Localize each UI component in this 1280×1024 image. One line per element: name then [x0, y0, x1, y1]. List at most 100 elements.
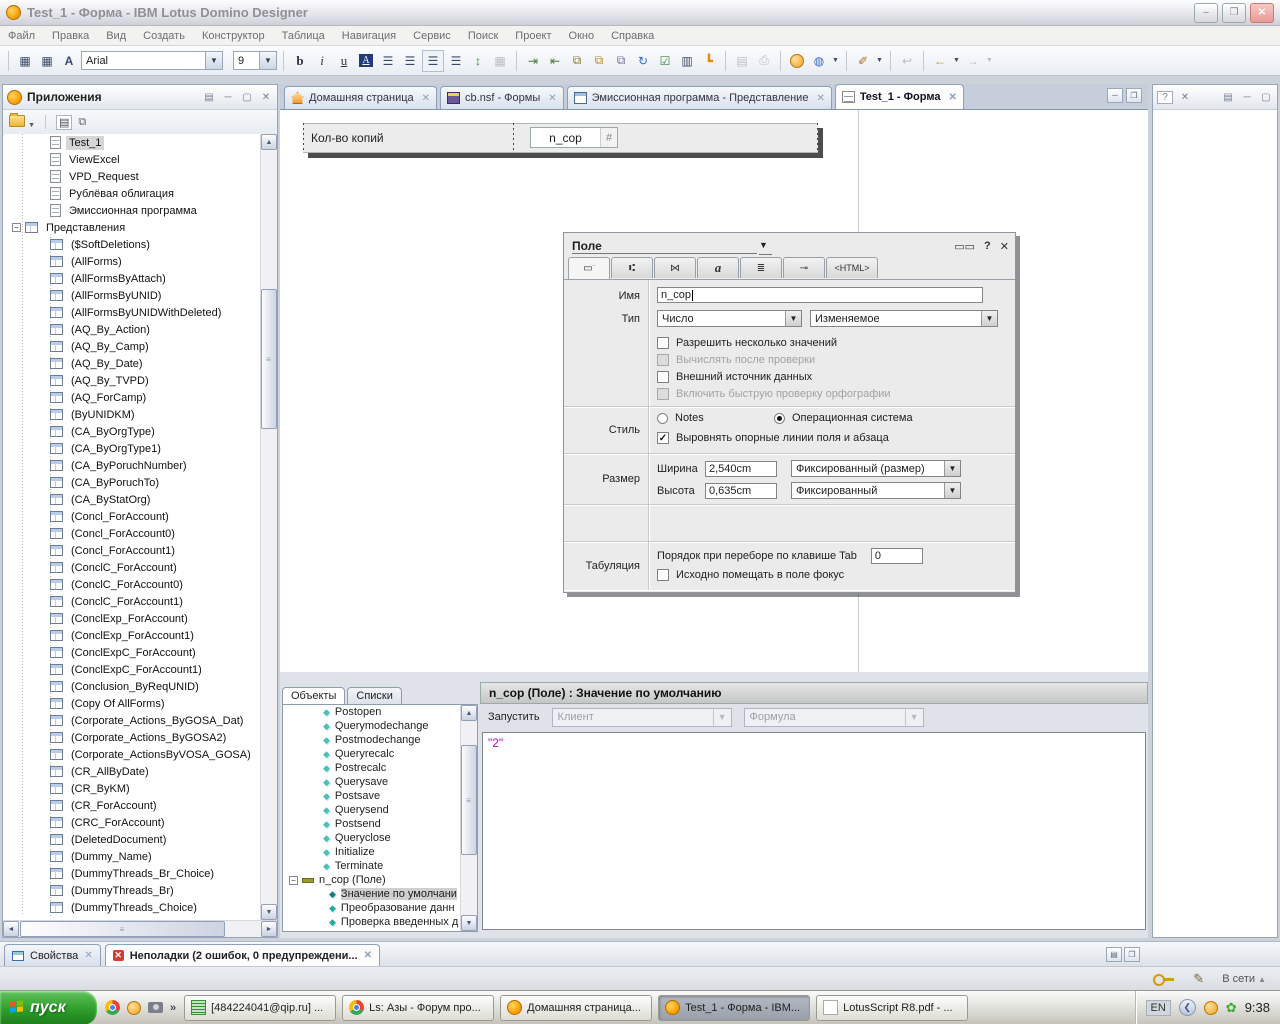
tree-item-view[interactable]: (Dummy_Name): [4, 848, 260, 865]
scroll-up-icon[interactable]: ▲: [261, 134, 277, 150]
tree-item-form[interactable]: VPD_Request: [4, 168, 260, 185]
align-left-icon[interactable]: ☰: [422, 50, 444, 72]
nav-forward-icon[interactable]: →: [963, 51, 983, 71]
tree-item-view[interactable]: (ConclExp_ForAccount1): [4, 627, 260, 644]
taskbar-button[interactable]: Домашняя страница...: [500, 995, 652, 1021]
event-item[interactable]: ◆ Postopen: [283, 705, 477, 719]
tab-field-info-icon[interactable]: ▭¨: [568, 257, 610, 279]
vertical-scrollbar[interactable]: ▲ ≡ ▼: [260, 134, 277, 920]
event-item[interactable]: ◆ Terminate: [283, 859, 477, 873]
event-item[interactable]: ◆ Querymodechange: [283, 719, 477, 733]
taskbar-button[interactable]: Test_1 - Форма - IBM...: [658, 995, 810, 1021]
editor-tab[interactable]: cb.nsf - Формы ✕: [440, 86, 564, 109]
messenger-icon[interactable]: [127, 1001, 141, 1015]
scrollbar-thumb[interactable]: ≡: [20, 921, 225, 937]
tree-item-view[interactable]: (Corporate_ActionsByVOSA_GOSA): [4, 746, 260, 763]
chevron-more-icon[interactable]: »: [170, 1002, 176, 1014]
tree-item-view[interactable]: (AQ_By_Action): [4, 321, 260, 338]
radio-os-icon[interactable]: [774, 413, 785, 424]
tree-item-view[interactable]: ($SoftDeletions): [4, 236, 260, 253]
tree-item-view[interactable]: (ByUNIDKM): [4, 406, 260, 423]
editor-tab[interactable]: Эмиссионная программа - Представление ✕: [567, 86, 832, 109]
tree-item-view[interactable]: (AllFormsByAttach): [4, 270, 260, 287]
copy-paste-icon[interactable]: ⧉: [611, 51, 631, 71]
scrollbar-thumb[interactable]: ≡: [261, 289, 277, 429]
maximize-icon[interactable]: ▢: [1259, 92, 1273, 103]
tab-html[interactable]: <HTML>: [826, 257, 878, 278]
cascade-icon[interactable]: ⧉: [78, 116, 86, 129]
dialog-checkbox-row[interactable]: Вычислять после проверки: [657, 351, 1007, 368]
minimize-button[interactable]: –: [1194, 3, 1218, 23]
tab-font-icon[interactable]: a: [697, 257, 739, 278]
layout-icon[interactable]: ▥: [677, 51, 697, 71]
menu-item[interactable]: Правка: [52, 30, 89, 42]
collapse-all-icon[interactable]: ▤: [202, 92, 216, 103]
width-mode-select[interactable]: Фиксированный (размер) ▼: [791, 460, 961, 477]
tree-item-view[interactable]: (Concl_ForAccount1): [4, 542, 260, 559]
bold-icon[interactable]: b: [290, 51, 310, 71]
tree-item-view[interactable]: (Conclusion_ByReqUNID): [4, 678, 260, 695]
tree-item-view[interactable]: (DummyThreads_Br_Choice): [4, 865, 260, 882]
dialog-checkbox-row[interactable]: Внешний источник данных: [657, 368, 1007, 385]
height-mode-select[interactable]: Фиксированный ▼: [791, 482, 961, 499]
checkbox-icon[interactable]: [657, 569, 669, 581]
tree-item-view[interactable]: (Corporate_Actions_ByGOSA_Dat): [4, 712, 260, 729]
checkbox-icon[interactable]: [657, 388, 669, 400]
panel-list-icon[interactable]: ▤: [1106, 947, 1122, 962]
scroll-up-icon[interactable]: ▲: [461, 705, 477, 721]
tree-item-view[interactable]: (Corporate_Actions_ByGOSA2): [4, 729, 260, 746]
tree-item-view[interactable]: (DummyThreads_Choice): [4, 899, 260, 916]
refresh-icon[interactable]: ↻: [633, 51, 653, 71]
field-mode-select[interactable]: Изменяемое ▼: [810, 310, 998, 327]
event-item[interactable]: ◆ Postsend: [283, 817, 477, 831]
tab-control-icon[interactable]: ⑆: [611, 257, 653, 278]
line-spacing-icon[interactable]: ↕: [468, 51, 488, 71]
chrome-icon[interactable]: [105, 1000, 120, 1015]
hide-icons-chevron[interactable]: ❮: [1179, 999, 1196, 1016]
nav-back-icon[interactable]: ←: [930, 51, 950, 71]
maximize-icon[interactable]: ▢: [240, 92, 254, 103]
event-item[interactable]: ◆ Initialize: [283, 845, 477, 859]
editor-tab[interactable]: Домашняя страница ✕: [284, 86, 437, 109]
tree-item-view[interactable]: (DeletedDocument): [4, 831, 260, 848]
checkbox-icon[interactable]: [657, 337, 669, 349]
font-size-select[interactable]: 9 ▼: [233, 51, 277, 70]
tab-paragraph-align-icon[interactable]: ≣: [740, 257, 782, 278]
field-type-select[interactable]: Число ▼: [657, 310, 802, 327]
close-tab-icon[interactable]: ✕: [948, 92, 956, 103]
tab-objects[interactable]: Объекты: [282, 687, 345, 704]
minimize-icon[interactable]: ─: [221, 92, 235, 103]
editor-tab[interactable]: Test_1 - Форма ✕: [835, 84, 964, 109]
page-break-icon[interactable]: ⧉: [567, 51, 587, 71]
tray-app-icon[interactable]: [1204, 1001, 1218, 1015]
tree-item-view[interactable]: (ConclExpC_ForAccount1): [4, 661, 260, 678]
vertical-scrollbar[interactable]: ▲ ≡ ▼: [460, 705, 477, 931]
folder-icon[interactable]: ▼: [9, 115, 35, 130]
close-tab-icon[interactable]: ✕: [816, 93, 824, 104]
new-properties-box-icon[interactable]: ▦: [37, 51, 57, 71]
menu-item[interactable]: Навигация: [342, 30, 396, 42]
align-justify-icon[interactable]: ☰: [400, 51, 420, 71]
menu-item[interactable]: Создать: [143, 30, 185, 42]
tree-item-view[interactable]: (CR_ByKM): [4, 780, 260, 797]
tree-item-view[interactable]: (AQ_By_Date): [4, 355, 260, 372]
align-right-icon[interactable]: ☰: [446, 51, 466, 71]
taskbar-button[interactable]: [484224041@qip.ru] ...: [184, 995, 336, 1021]
menu-item[interactable]: Проект: [515, 30, 551, 42]
menu-item[interactable]: Вид: [106, 30, 126, 42]
dialog-checkbox-row[interactable]: Включить быструю проверку орфографии: [657, 385, 1007, 402]
event-item[interactable]: ◆ Querysave: [283, 775, 477, 789]
chevron-down-icon[interactable]: ▼: [985, 51, 994, 71]
tree-item-view[interactable]: (AQ_By_Camp): [4, 338, 260, 355]
dialog-checkbox-row[interactable]: Разрешить несколько значений: [657, 334, 1007, 351]
tree-item-view[interactable]: (Concl_ForAccount): [4, 508, 260, 525]
table-icon[interactable]: ▦: [490, 51, 510, 71]
tree-item-view[interactable]: (AllFormsByUNIDWithDeleted): [4, 304, 260, 321]
tab-paragraph-hide-icon[interactable]: ⊸: [783, 257, 825, 278]
tree-item-view[interactable]: (ConclExpC_ForAccount): [4, 644, 260, 661]
tree-item-view[interactable]: (CA_ByPoruchNumber): [4, 457, 260, 474]
run-target-select[interactable]: Клиент ▼: [552, 708, 732, 727]
form-table[interactable]: Кол-во копий n_cop #: [303, 123, 818, 153]
tree-item-form[interactable]: ViewExcel: [4, 151, 260, 168]
scroll-right-icon[interactable]: ►: [261, 921, 277, 937]
